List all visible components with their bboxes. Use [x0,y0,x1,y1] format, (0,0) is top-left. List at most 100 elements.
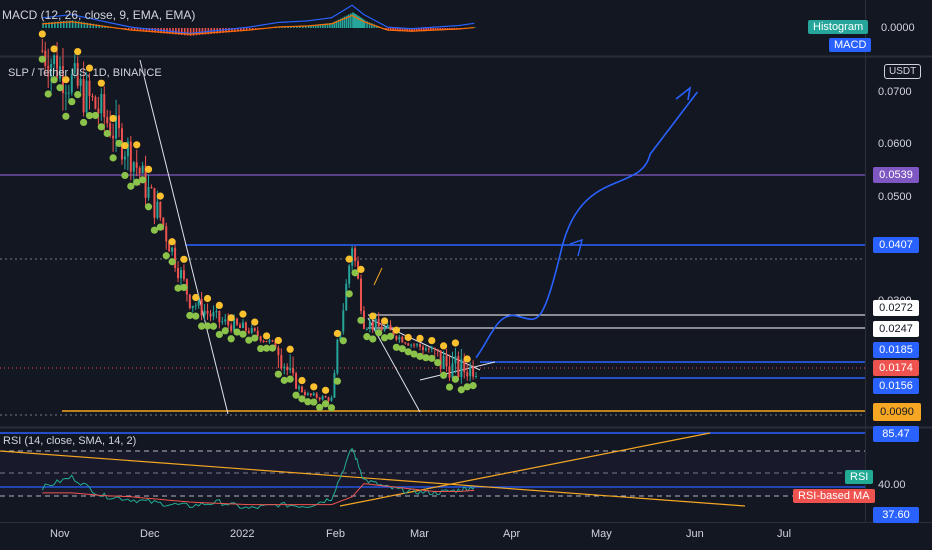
support-dot [80,118,88,127]
candle-body [132,162,135,172]
candle-body [106,117,109,124]
candle-body [454,356,457,364]
candle-body [215,310,218,313]
x-tick-dec: Dec [140,528,160,540]
rsi-label-3760[interactable]: 37.60 [873,507,919,523]
resistance-dot [463,355,471,363]
candle-body [383,328,386,331]
support-dot [121,171,129,180]
support-dot [62,112,70,120]
candle-body [147,186,150,198]
x-tick-feb: Feb [326,528,345,540]
support-dot [375,329,383,337]
candle-body [268,340,271,342]
x-tick-2022: 2022 [230,528,255,540]
candle-body [466,372,469,377]
candle-body [345,283,348,311]
candle-body [298,386,301,389]
candle-body [377,318,380,327]
price-label-0185[interactable]: 0.0185 [873,342,919,358]
price-label-0407[interactable]: 0.0407 [873,237,919,253]
candle-body [448,366,451,378]
candle-body [286,366,289,371]
candle-body [312,393,315,396]
rsi-legend[interactable]: RSI (14, close, SMA, 14, 2) [3,435,136,447]
resistance-dot [369,312,377,320]
support-dot [192,312,200,320]
candle-body [436,349,439,351]
resistance-dot [97,79,105,87]
support-dot [227,335,235,343]
support-dot [451,375,460,383]
price-label-0272[interactable]: 0.0272 [873,300,919,316]
candle-body [194,305,197,307]
price-label-0156[interactable]: 0.0156 [873,378,919,394]
price-label-0090[interactable]: 0.0090 [873,403,921,421]
candle-body [306,393,309,396]
support-dot [97,123,105,131]
candle-body [295,373,298,389]
resistance-dot [144,165,153,173]
candle-body [451,363,454,378]
support-dot [345,290,353,298]
candle-body [103,94,106,118]
candle-body [153,188,156,218]
candle-body [141,165,144,174]
symbol-legend[interactable]: SLP / Tether US, 1D, BINANCE [8,67,162,79]
candle-body [407,343,410,346]
resistance-dot [392,326,400,334]
candle-body [85,80,88,113]
support-dot [469,382,477,390]
resistance-dot [180,255,188,263]
support-dot [162,252,170,260]
support-dot [428,354,436,362]
candle-body [259,336,262,341]
last-price-label[interactable]: 0.0174 [873,360,919,376]
candle-body [174,247,177,269]
rsi-label-8547[interactable]: 85.47 [873,426,919,442]
resistance-dot [333,329,341,338]
candle-body [318,397,321,400]
resistance-dot [274,336,282,345]
macd-bar [474,27,476,28]
candle-body [424,348,427,350]
macd-legend[interactable]: MACD (12, 26, close, 9, EMA, EMA) [2,8,195,22]
resistance-dot [298,376,306,385]
chart-canvas[interactable] [0,0,932,550]
candle-body [398,336,401,340]
x-tick-may: May [591,528,612,540]
support-dot [127,182,135,190]
resistance-dot [357,265,365,274]
support-dot [68,98,76,106]
support-dot [268,344,277,352]
candle-body [165,226,168,242]
candle-body [224,319,227,322]
candle-body [475,376,478,378]
candle-body [277,347,280,356]
candle-body [171,247,174,252]
currency-label[interactable]: USDT [884,64,922,79]
support-dot [280,376,288,384]
resistance-dot [321,386,330,394]
candle-body [239,324,241,329]
candle-body [82,79,85,113]
resistance-dot [38,30,46,38]
support-dot [440,371,448,379]
resistance-dot [416,334,424,343]
candle-body [427,348,430,350]
resistance-dot [74,47,82,56]
candle-body [327,397,330,401]
support-dot [286,375,294,383]
price-label-0539[interactable]: 0.0539 [873,167,919,183]
rsi-ma-badge: RSI-based MA [793,489,875,503]
support-dot [434,358,442,367]
candle-body [419,344,421,347]
candle-body [79,79,82,86]
candle-body [159,201,162,218]
candle-body [303,392,306,396]
candle-body [203,310,206,316]
price-label-0247[interactable]: 0.0247 [873,321,919,337]
candle-body [330,397,333,401]
candle-body [88,80,91,96]
candle-body [333,373,336,398]
